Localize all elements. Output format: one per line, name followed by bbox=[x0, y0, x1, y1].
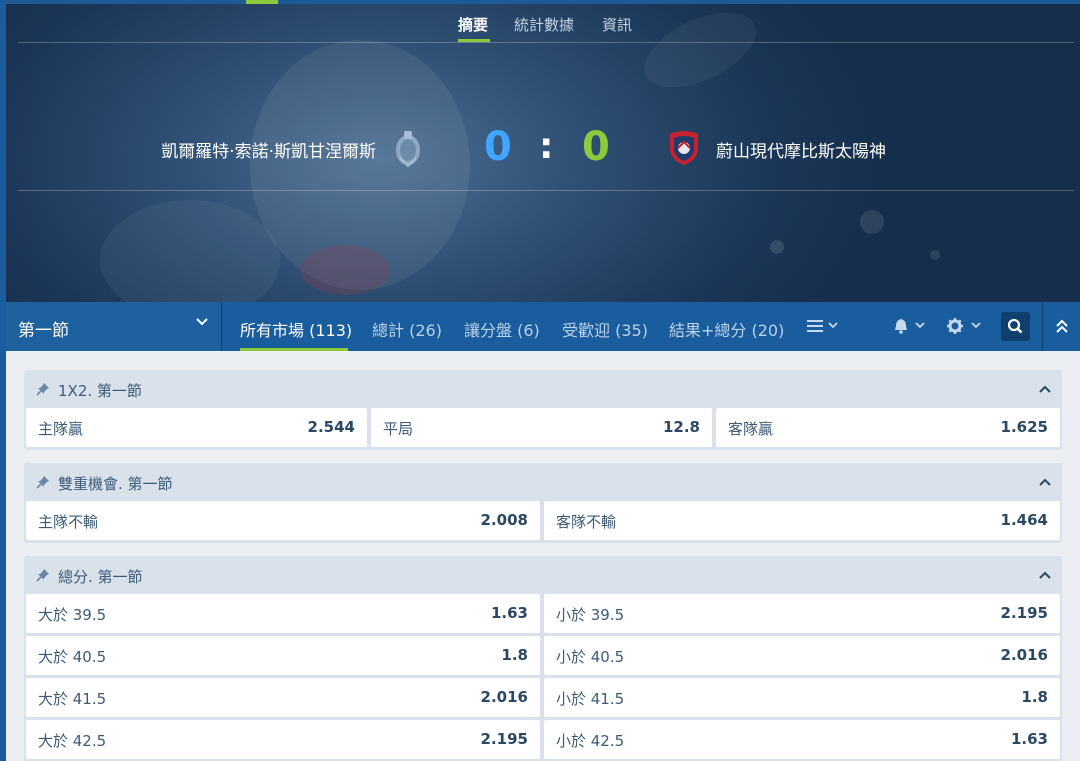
odds-cell[interactable]: 大於 41.5 2.016 bbox=[26, 678, 540, 717]
chevron-up-icon[interactable] bbox=[1038, 475, 1052, 489]
scoreboard: 凱爾羅特·索諾·斯凱甘涅爾斯 0 : 0 蔚山現代摩比斯太陽神 bbox=[18, 108, 1074, 191]
search-button[interactable] bbox=[1001, 312, 1030, 341]
away-team-logo-icon bbox=[670, 131, 698, 165]
background-art bbox=[100, 200, 280, 302]
outcome-label: 主隊不輸 bbox=[38, 513, 99, 531]
tab-active-underline bbox=[458, 39, 490, 42]
odds-value: 1.63 bbox=[490, 604, 528, 622]
chevron-up-icon[interactable] bbox=[1038, 382, 1052, 396]
double-chevron-up-icon bbox=[1056, 319, 1068, 333]
market-title: 雙重機會. 第一節 bbox=[58, 475, 173, 493]
tab-result-total[interactable]: 結果+總分 (20) bbox=[669, 317, 784, 341]
outcome-label: 小於 39.5 bbox=[556, 606, 625, 624]
odds-cell[interactable]: 大於 39.5 1.63 bbox=[26, 594, 540, 633]
odds-value: 2.016 bbox=[480, 688, 528, 706]
tab-statistics[interactable]: 統計數據 bbox=[514, 14, 574, 35]
match-info-tabs: 摘要 統計數據 資訊 bbox=[18, 6, 1074, 43]
chevron-up-icon[interactable] bbox=[1038, 568, 1052, 582]
background-art bbox=[300, 245, 390, 295]
odds-value: 2.195 bbox=[480, 730, 528, 748]
outcome-label: 小於 40.5 bbox=[556, 648, 625, 666]
background-art bbox=[930, 250, 940, 260]
chevron-down-icon bbox=[196, 318, 208, 326]
odds-value: 2.008 bbox=[480, 511, 528, 529]
pin-icon[interactable] bbox=[36, 568, 50, 582]
odds-cell[interactable]: 主隊贏 2.544 bbox=[26, 408, 367, 447]
tab-summary[interactable]: 摘要 bbox=[458, 14, 488, 35]
outcome-label: 大於 40.5 bbox=[38, 648, 107, 666]
collapse-button[interactable] bbox=[1042, 302, 1080, 351]
odds-cell[interactable]: 小於 39.5 2.195 bbox=[544, 594, 1060, 633]
outcome-label: 小於 42.5 bbox=[556, 732, 625, 750]
outcome-label: 大於 39.5 bbox=[38, 606, 107, 624]
odds-cell[interactable]: 小於 42.5 1.63 bbox=[544, 720, 1060, 759]
top-divider bbox=[0, 0, 1080, 4]
outcome-label: 大於 41.5 bbox=[38, 690, 107, 708]
market-title: 1X2. 第一節 bbox=[58, 382, 142, 400]
bell-icon[interactable] bbox=[892, 317, 930, 335]
top-active-marker bbox=[246, 0, 278, 4]
markets-list: 1X2. 第一節 主隊贏 2.544 平局 12.8 客隊贏 1.625 雙重機… bbox=[6, 351, 1080, 761]
tab-totals[interactable]: 總計 (26) bbox=[372, 317, 442, 341]
market-1x2: 1X2. 第一節 主隊贏 2.544 平局 12.8 客隊贏 1.625 bbox=[24, 370, 1062, 450]
odds-cell[interactable]: 客隊不輸 1.464 bbox=[544, 501, 1060, 540]
pin-icon[interactable] bbox=[36, 382, 50, 396]
odds-value: 1.63 bbox=[1010, 730, 1048, 748]
period-label: 第一節 bbox=[18, 321, 69, 341]
background-art bbox=[770, 240, 784, 254]
search-icon bbox=[1007, 318, 1023, 334]
odds-value: 1.625 bbox=[1000, 418, 1048, 436]
tab-popular[interactable]: 受歡迎 (35) bbox=[562, 317, 648, 341]
odds-cell[interactable]: 大於 40.5 1.8 bbox=[26, 636, 540, 675]
tab-handicap[interactable]: 讓分盤 (6) bbox=[464, 317, 540, 341]
odds-value: 1.464 bbox=[1000, 511, 1048, 529]
away-score: 0 bbox=[582, 124, 610, 170]
outcome-label: 客隊不輸 bbox=[556, 513, 617, 531]
outcome-label: 小於 41.5 bbox=[556, 690, 625, 708]
odds-cell[interactable]: 大於 42.5 2.195 bbox=[26, 720, 540, 759]
period-dropdown[interactable]: 第一節 bbox=[6, 302, 222, 351]
tab-all-markets[interactable]: 所有市場 (113) bbox=[240, 317, 352, 341]
market-double-chance: 雙重機會. 第一節 主隊不輸 2.008 客隊不輸 1.464 bbox=[24, 463, 1062, 543]
home-team-name: 凱爾羅特·索諾·斯凱甘涅爾斯 bbox=[161, 142, 376, 162]
home-team-logo-icon bbox=[396, 131, 420, 168]
market-title: 總分. 第一節 bbox=[58, 568, 143, 586]
menu-list-icon[interactable] bbox=[806, 317, 842, 335]
odds-value: 2.195 bbox=[1000, 604, 1048, 622]
odds-cell[interactable]: 主隊不輸 2.008 bbox=[26, 501, 540, 540]
outcome-label: 主隊贏 bbox=[38, 420, 84, 438]
home-score: 0 bbox=[484, 124, 512, 170]
odds-cell[interactable]: 小於 41.5 1.8 bbox=[544, 678, 1060, 717]
market-header[interactable]: 總分. 第一節 bbox=[24, 556, 1062, 594]
odds-value: 2.544 bbox=[307, 418, 355, 436]
pin-icon[interactable] bbox=[36, 475, 50, 489]
odds-value: 1.8 bbox=[501, 646, 528, 664]
market-filter-bar: 第一節 所有市場 (113) 總計 (26) 讓分盤 (6) 受歡迎 (35) … bbox=[6, 302, 1080, 351]
odds-value: 2.016 bbox=[1000, 646, 1048, 664]
odds-value: 12.8 bbox=[662, 418, 700, 436]
odds-cell[interactable]: 客隊贏 1.625 bbox=[716, 408, 1060, 447]
gear-icon[interactable] bbox=[946, 317, 986, 335]
market-header[interactable]: 雙重機會. 第一節 bbox=[24, 463, 1062, 501]
odds-cell[interactable]: 小於 40.5 2.016 bbox=[544, 636, 1060, 675]
background-art bbox=[860, 210, 884, 234]
market-totals: 總分. 第一節 大於 39.5 1.63 小於 39.5 2.195 大於 40… bbox=[24, 556, 1062, 761]
away-team-name: 蔚山現代摩比斯太陽神 bbox=[716, 142, 886, 162]
outcome-label: 客隊贏 bbox=[728, 420, 774, 438]
outcome-label: 大於 42.5 bbox=[38, 732, 107, 750]
outcome-label: 平局 bbox=[383, 420, 414, 438]
tab-info[interactable]: 資訊 bbox=[602, 14, 632, 35]
market-header[interactable]: 1X2. 第一節 bbox=[24, 370, 1062, 408]
score-separator: : bbox=[539, 126, 554, 167]
match-header: 摘要 統計數據 資訊 凱爾羅特·索諾·斯凱甘涅爾斯 0 : 0 蔚山現代摩比斯太… bbox=[0, 0, 1080, 302]
odds-cell[interactable]: 平局 12.8 bbox=[371, 408, 712, 447]
odds-value: 1.8 bbox=[1021, 688, 1048, 706]
